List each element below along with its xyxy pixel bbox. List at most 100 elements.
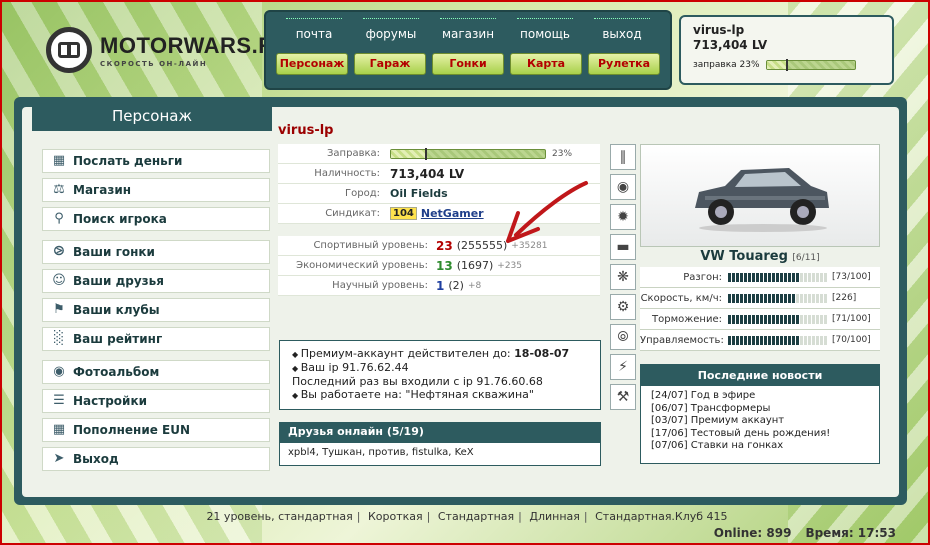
stat-value: [226] [832, 293, 857, 303]
news-item[interactable]: [06/07] Трансформеры [651, 403, 869, 416]
news-item[interactable]: [03/07] Премиум аккаунт [651, 415, 869, 428]
nav-map-button[interactable]: Карта [510, 53, 582, 75]
nav-garage-button[interactable]: Гараж [354, 53, 426, 75]
work-note: Вы работаете на: "Нефтяная скважина" [292, 388, 588, 402]
level-label: Спортивный уровень: [313, 240, 428, 251]
sidebar-item-label: Магазин [73, 183, 132, 197]
car-name[interactable]: VW Touareg [700, 249, 788, 264]
sidebar-item-shop[interactable]: ⚖ Магазин [42, 178, 270, 202]
sidebar-item-clubs[interactable]: ⚑ Ваши клубы [42, 298, 270, 322]
site-logo[interactable]: MOTORWARS.RU СКОРОСТЬ ОН-ЛАЙН [46, 27, 291, 73]
parts-icon-column: ∥ ◉ ✹ ▬ ❋ ⚙ ⦾ ⚡ ⚒ [610, 144, 636, 414]
sidebar-item-label: Поиск игрока [73, 212, 167, 226]
rims-icon[interactable]: ✹ [610, 204, 636, 230]
sidebar-item-label: Пополнение EUN [73, 423, 191, 437]
nav-mail-link[interactable]: почта [276, 24, 352, 41]
nav-help-link[interactable]: помощь [507, 24, 583, 41]
cash-label: Наличность: [314, 168, 380, 179]
tire-icon[interactable]: ◉ [610, 174, 636, 200]
steering-wheel-icon: ⧁ [53, 244, 65, 259]
news-item[interactable]: [07/06] Ставки на гонках [651, 440, 869, 453]
nitro-icon[interactable]: ⚡ [610, 354, 636, 380]
sidebar-item-logout[interactable]: ➤ Выход [42, 447, 270, 471]
news-item[interactable]: [17/06] Тестовый день рождения! [651, 428, 869, 441]
page-frame: MOTORWARS.RU СКОРОСТЬ ОН-ЛАЙН почта фору… [0, 0, 930, 545]
engine-icon[interactable]: ⚙ [610, 294, 636, 320]
sidebar-item-send-money[interactable]: ▦ Послать деньги [42, 149, 270, 173]
city-label: Город: [345, 188, 380, 199]
footer-link[interactable]: Короткая [368, 510, 423, 523]
level-row-science: Научный уровень: 1 (2) +8 [278, 276, 600, 296]
exit-icon: ➤ [53, 451, 65, 466]
sidebar-item-label: Ваши гонки [73, 245, 155, 259]
car-image[interactable] [640, 144, 880, 247]
syndicate-label: Синдикат: [325, 208, 380, 219]
stat-bar [728, 272, 828, 282]
stat-bar [728, 293, 828, 303]
ip-note: Ваш ip 91.76.62.44 [292, 361, 588, 375]
sidebar-item-topup[interactable]: ▦ Пополнение EUN [42, 418, 270, 442]
sidebar-item-friends[interactable]: ☺ Ваши друзья [42, 269, 270, 293]
level-row-economic: Экономический уровень: 13 (1697) +235 [278, 256, 600, 276]
tuning-icon[interactable]: ⚒ [610, 384, 636, 410]
online-count: Online: 899 [713, 526, 792, 540]
turbo-icon[interactable]: ❋ [610, 264, 636, 290]
sidebar-item-photo-album[interactable]: ◉ Фотоальбом [42, 360, 270, 384]
stat-label: Торможение: [652, 313, 722, 325]
level-label: Экономический уровень: [296, 260, 428, 271]
annotation-arrow [506, 181, 588, 243]
last-login-note: Последний раз вы входили с ip 91.76.60.6… [292, 375, 543, 388]
sidebar-item-rating[interactable]: ░ Ваш рейтинг [42, 327, 270, 351]
shop-icon: ⚖ [53, 182, 65, 197]
friends-online-list[interactable]: xpbl4, Тушкан, против, fistulka, KeX [280, 443, 600, 462]
syndicate-link[interactable]: NetGamer [421, 207, 484, 220]
footer-link[interactable]: 21 уровень, стандартная [206, 510, 352, 523]
news-item[interactable]: [24/07] Год в эфире [651, 390, 869, 403]
sidebar-item-races[interactable]: ⧁ Ваши гонки [42, 240, 270, 264]
stat-row-braking: Торможение: [71/100] [640, 309, 880, 330]
nav-forums-link[interactable]: форумы [353, 24, 429, 41]
sidebar-item-label: Ваш рейтинг [73, 332, 163, 346]
server-time: Время: 17:53 [805, 526, 896, 540]
footer-link[interactable]: Стандартная.Клуб 415 [595, 510, 727, 523]
nav-logout-link[interactable]: выход [584, 24, 660, 41]
logo-tagline: СКОРОСТЬ ОН-ЛАЙН [100, 59, 208, 68]
level-points: (2) [448, 279, 464, 292]
stat-value: [70/100] [832, 335, 871, 345]
user-money: 713,404 LV [693, 38, 768, 52]
sidebar-item-label: Ваши друзья [73, 274, 164, 288]
chart-icon: ░ [54, 331, 64, 346]
sidebar-item-label: Послать деньги [73, 154, 183, 168]
car-stats: Разгон: [73/100] Скорость, км/ч: [226] Т… [640, 267, 880, 351]
nav-roulette-button[interactable]: Рулетка [588, 53, 660, 75]
stat-row-speed: Скорость, км/ч: [226] [640, 288, 880, 309]
exhaust-icon[interactable]: ▬ [610, 234, 636, 260]
sidebar-item-settings[interactable]: ☰ Настройки [42, 389, 270, 413]
username[interactable]: virus-lp [693, 23, 880, 37]
sidebar-item-label: Выход [73, 452, 119, 466]
footer-link[interactable]: Стандартная [438, 510, 514, 523]
shocks-icon[interactable]: ∥ [610, 144, 636, 170]
money-icon: ▦ [52, 153, 66, 168]
brakes-icon[interactable]: ⦾ [610, 324, 636, 350]
fuel-label: заправка 23% [693, 60, 760, 70]
nav-races-button[interactable]: Гонки [432, 53, 504, 75]
premium-note: Премиум-аккаунт действителен до: 18-08-0… [292, 347, 588, 361]
camera-icon: ◉ [53, 364, 65, 379]
level-value: 23 [436, 238, 453, 253]
level-value: 13 [436, 258, 453, 273]
friends-icon: ☺ [52, 273, 66, 288]
sidebar-menu: ▦ Послать деньги ⚖ Магазин ⚲ Поиск игрока ⧁… [42, 149, 270, 480]
sidebar-item-label: Ваши клубы [73, 303, 160, 317]
nav-character-button[interactable]: Персонаж [276, 53, 348, 75]
sidebar-item-player-search[interactable]: ⚲ Поиск игрока [42, 207, 270, 231]
friends-online-panel: Друзья онлайн (5/19) xpbl4, Тушкан, прот… [279, 422, 601, 466]
level-plus: +8 [467, 280, 482, 291]
car-title: VW Touareg [6/11] [640, 249, 880, 264]
news-title: Последние новости [641, 365, 879, 386]
footer-link[interactable]: Длинная [529, 510, 580, 523]
nav-shop-link[interactable]: магазин [430, 24, 506, 41]
clubs-icon: ⚑ [53, 302, 65, 317]
stat-bar [728, 314, 828, 324]
fuel-row-label: Заправка: [327, 148, 380, 159]
